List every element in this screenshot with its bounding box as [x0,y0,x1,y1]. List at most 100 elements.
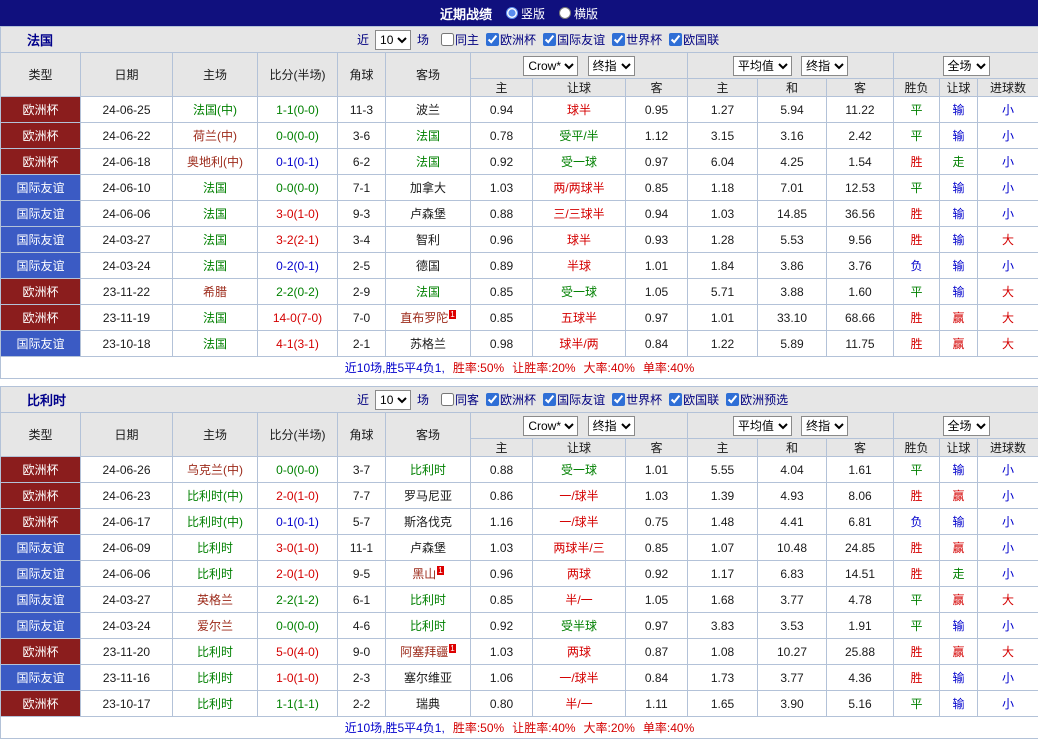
score-link[interactable]: 3-0(1-0) [276,541,319,555]
scope-select[interactable]: 全场 [942,55,990,76]
score-link[interactable]: 0-0(0-0) [276,129,319,143]
average-select[interactable]: 平均值 [732,55,792,76]
filter-checkbox[interactable] [726,393,740,406]
filter-checkbox[interactable] [669,33,683,46]
home-team-name[interactable]: 比利时(中) [187,489,243,503]
filter-checkbox[interactable] [486,33,500,46]
home-team-name[interactable]: 法国 [203,259,227,273]
filter-item-0[interactable]: 同客 [441,391,479,408]
score-link[interactable]: 2-2(0-2) [276,285,319,299]
away-team-name[interactable]: 直布罗陀 [400,311,448,325]
score-link[interactable]: 2-0(1-0) [276,489,319,503]
score-link[interactable]: 0-0(0-0) [276,619,319,633]
home-team: 奥地利(中) [172,148,258,175]
home-team-name[interactable]: 法国 [203,337,227,351]
score-link[interactable]: 0-0(0-0) [276,181,319,195]
filter-checkbox[interactable] [543,393,557,406]
avg-stage-select[interactable]: 终指 [801,415,849,436]
away-team-name[interactable]: 比利时 [410,593,446,607]
away-team-name[interactable]: 罗马尼亚 [404,489,452,503]
away-team-name[interactable]: 法国 [416,285,440,299]
away-team-name[interactable]: 德国 [416,259,440,273]
away-team-name[interactable]: 加拿大 [410,181,446,195]
filter-checkbox[interactable] [612,393,626,406]
away-team-name[interactable]: 卢森堡 [410,207,446,221]
filter-item-0[interactable]: 同主 [441,31,479,48]
home-team-name[interactable]: 比利时 [197,671,233,685]
home-team-name[interactable]: 乌克兰(中) [187,463,243,477]
away-team-name[interactable]: 塞尔维亚 [404,671,452,685]
odds-stage-select[interactable]: 终指 [587,415,635,436]
home-team-name[interactable]: 奥地利(中) [187,155,243,169]
filter-item-2[interactable]: 国际友谊 [543,391,605,408]
away-team-name[interactable]: 阿塞拜疆 [400,645,448,659]
bookmaker-select[interactable]: Crow* [523,415,579,436]
score-link[interactable]: 2-2(1-2) [276,593,319,607]
filter-checkbox[interactable] [441,33,455,46]
away-team-name[interactable]: 黑山 [412,567,436,581]
average-select[interactable]: 平均值 [732,415,792,436]
filter-item-2[interactable]: 国际友谊 [543,31,605,48]
filter-checkbox[interactable] [612,33,626,46]
view-horizontal-radio[interactable] [559,7,571,19]
filter-item-3[interactable]: 世界杯 [612,391,662,408]
away-team-name[interactable]: 法国 [416,129,440,143]
filter-item-4[interactable]: 欧国联 [669,31,719,48]
bookmaker-select[interactable]: Crow* [523,55,579,76]
view-option-horizontal[interactable]: 横版 [559,5,598,22]
recent-count-select[interactable]: 10 [375,389,412,410]
home-team-name[interactable]: 英格兰 [197,593,233,607]
filter-item-4[interactable]: 欧国联 [669,391,719,408]
home-team-name[interactable]: 荷兰(中) [193,129,237,143]
score-link[interactable]: 4-1(3-1) [276,337,319,351]
view-option-vertical[interactable]: 竖版 [505,5,545,22]
odds-stage-select[interactable]: 终指 [587,55,635,76]
score-link[interactable]: 0-2(0-1) [276,259,319,273]
away-team-name[interactable]: 波兰 [416,103,440,117]
away-team-name[interactable]: 比利时 [410,463,446,477]
score-link[interactable]: 1-1(0-0) [276,103,319,117]
score-link[interactable]: 0-1(0-1) [276,515,319,529]
home-team-name[interactable]: 比利时 [197,541,233,555]
home-team-name[interactable]: 比利时(中) [187,515,243,529]
filter-item-1[interactable]: 欧洲杯 [486,391,536,408]
home-team-name[interactable]: 法国 [203,181,227,195]
score-link[interactable]: 0-1(0-1) [276,155,319,169]
view-vertical-radio[interactable] [505,7,518,19]
home-team-name[interactable]: 法国(中) [193,103,237,117]
score-link[interactable]: 0-0(0-0) [276,463,319,477]
filter-checkbox[interactable] [543,33,557,46]
filter-checkbox[interactable] [486,393,500,406]
away-team-name[interactable]: 卢森堡 [410,541,446,555]
home-team-name[interactable]: 比利时 [197,645,233,659]
score-link[interactable]: 5-0(4-0) [276,645,319,659]
avg-stage-select[interactable]: 终指 [801,55,849,76]
filter-item-5[interactable]: 欧洲预选 [726,391,788,408]
score-link[interactable]: 3-0(1-0) [276,207,319,221]
filter-checkbox[interactable] [441,393,455,406]
away-team-name[interactable]: 比利时 [410,619,446,633]
score-link[interactable]: 1-1(1-1) [276,697,319,711]
filter-checkbox[interactable] [669,393,683,406]
home-team-name[interactable]: 法国 [203,233,227,247]
home-team-name[interactable]: 比利时 [197,567,233,581]
away-team-name[interactable]: 瑞典 [416,697,440,711]
away-team-name[interactable]: 斯洛伐克 [404,515,452,529]
home-team-name[interactable]: 爱尔兰 [197,619,233,633]
away-team-name[interactable]: 苏格兰 [410,337,446,351]
score-link[interactable]: 3-2(2-1) [276,233,319,247]
home-team-name[interactable]: 希腊 [203,285,227,299]
away-team-name[interactable]: 法国 [416,155,440,169]
recent-count-select[interactable]: 10 [375,29,412,50]
filter-item-1[interactable]: 欧洲杯 [486,31,536,48]
home-team-name[interactable]: 法国 [203,311,227,325]
home-team-name[interactable]: 比利时 [197,697,233,711]
away-team-name[interactable]: 智利 [416,233,440,247]
score-link[interactable]: 2-0(1-0) [276,567,319,581]
home-team-name[interactable]: 法国 [203,207,227,221]
avg-draw-odds: 5.94 [757,96,827,123]
score-link[interactable]: 14-0(7-0) [273,311,322,325]
filter-item-3[interactable]: 世界杯 [612,31,662,48]
score-link[interactable]: 1-0(1-0) [276,671,319,685]
scope-select[interactable]: 全场 [942,415,990,436]
